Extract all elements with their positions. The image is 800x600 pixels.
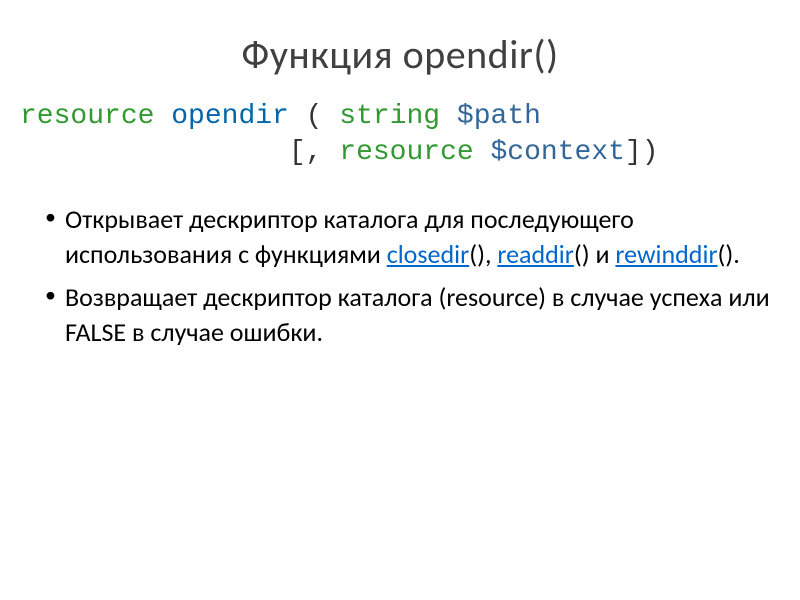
bullet1-mid1: , xyxy=(485,238,497,270)
link-readdir[interactable]: readdir xyxy=(497,238,573,270)
bullet1-end: . xyxy=(733,238,740,270)
link-closedir[interactable]: closedir xyxy=(387,238,469,270)
slide-content: Функция opendir() resource opendir ( str… xyxy=(0,0,800,378)
link-rewinddir[interactable]: rewinddir xyxy=(615,238,717,270)
arg2-name: $context xyxy=(491,137,625,168)
paren-readdir: () xyxy=(574,238,590,270)
bullet-item-2: Возвращает дескриптор каталога (resource… xyxy=(45,280,780,350)
function-name: opendir xyxy=(171,101,289,132)
arg2-type: resource xyxy=(339,137,473,168)
line2-indent: [, xyxy=(20,137,339,168)
bullet-item-1: Открывает дескриптор каталога для послед… xyxy=(45,202,780,272)
slide-title: Функция opendir() xyxy=(20,30,780,79)
paren-open: ( xyxy=(289,101,339,132)
bullet-list: Открывает дескриптор каталога для послед… xyxy=(20,202,780,350)
paren-rewinddir: () xyxy=(718,238,734,270)
function-signature: resource opendir ( string $path [, resou… xyxy=(20,99,780,172)
arg1-name: $path xyxy=(457,101,541,132)
bullet1-mid2: и xyxy=(590,238,616,270)
return-type: resource xyxy=(20,101,154,132)
arg1-type: string xyxy=(339,101,440,132)
sig-close: ]) xyxy=(625,137,659,168)
paren-closedir: () xyxy=(469,238,485,270)
